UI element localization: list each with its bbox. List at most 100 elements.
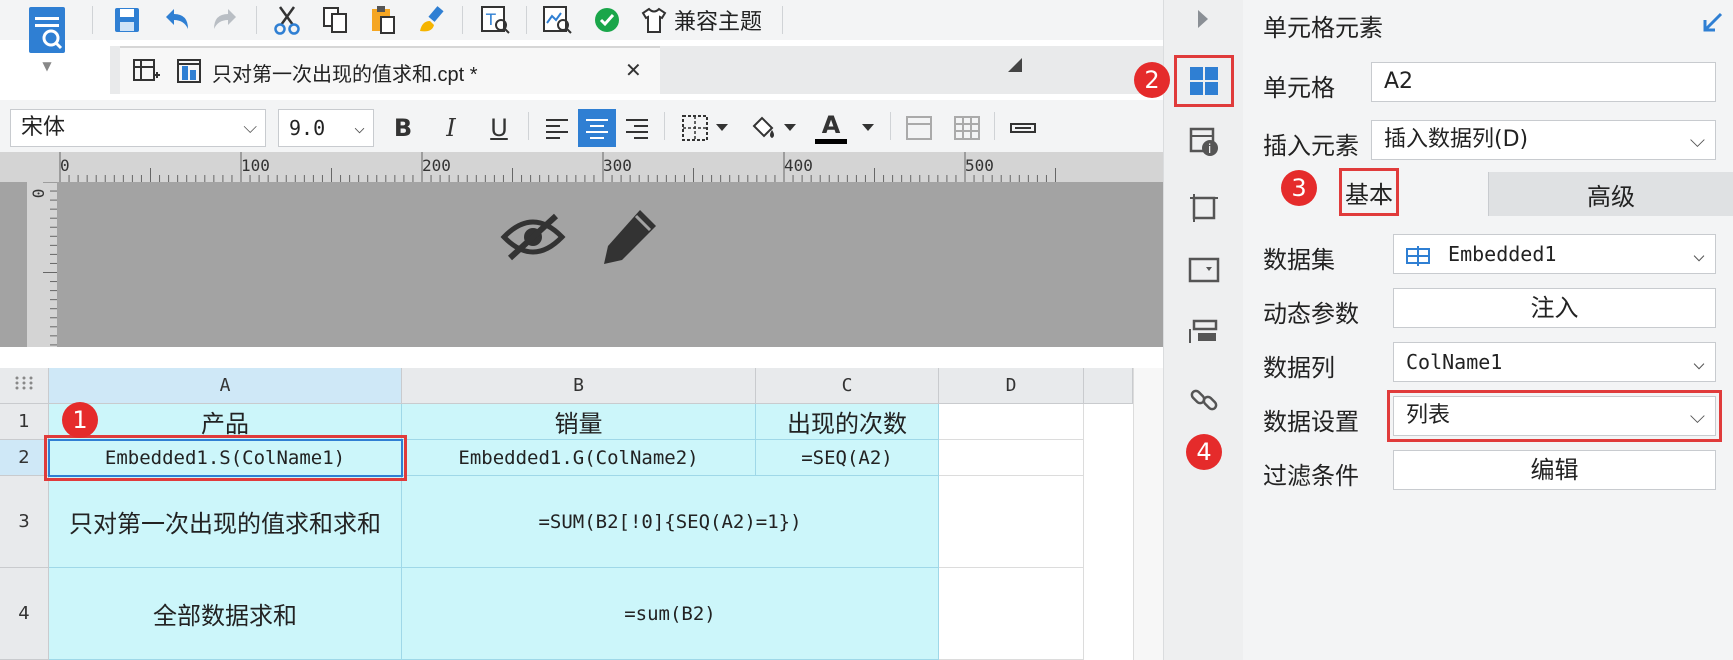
vertical-scrollbar[interactable] bbox=[1133, 368, 1163, 660]
divider bbox=[782, 6, 783, 34]
template-icon[interactable]: ▼ bbox=[22, 4, 72, 74]
dataset-icon bbox=[1406, 245, 1430, 266]
paste-icon[interactable] bbox=[366, 3, 400, 37]
chevron-down-icon: ⌵ bbox=[243, 117, 257, 138]
ruler-label: 300 bbox=[603, 156, 632, 175]
cell-name-input[interactable]: A2 bbox=[1371, 62, 1716, 102]
cell-d1[interactable] bbox=[939, 404, 1084, 440]
cell-label: 单元格 bbox=[1263, 75, 1335, 102]
format-brush-icon[interactable] bbox=[414, 3, 448, 37]
undo-icon[interactable] bbox=[160, 3, 194, 37]
chevron-down-icon[interactable]: ▼ bbox=[42, 59, 51, 73]
filter-label: 过滤条件 bbox=[1263, 463, 1359, 490]
ruler-label: 200 bbox=[422, 156, 451, 175]
theme-button[interactable]: 兼容主题 bbox=[640, 3, 800, 37]
highlight-box-cell bbox=[44, 435, 407, 481]
widget-settings-icon[interactable] bbox=[1182, 248, 1226, 292]
expand-arrow-icon[interactable] bbox=[1198, 10, 1208, 28]
cell-d2[interactable] bbox=[939, 440, 1084, 476]
cell-d3[interactable] bbox=[939, 476, 1084, 568]
step-marker-1: 1 bbox=[62, 402, 98, 438]
merge-cells-icon[interactable] bbox=[900, 109, 938, 147]
chevron-down-icon: ⌵ bbox=[1692, 242, 1705, 266]
dataset-label: 数据集 bbox=[1263, 247, 1335, 274]
row-header-4[interactable]: 4 bbox=[0, 568, 49, 660]
font-size-select[interactable]: 9.0 ⌵ bbox=[278, 109, 374, 147]
check-icon[interactable] bbox=[590, 3, 624, 37]
save-icon[interactable] bbox=[110, 3, 144, 37]
align-right-icon[interactable] bbox=[618, 109, 656, 147]
cell-a3[interactable]: 只对第一次出现的值求和求和 bbox=[49, 476, 402, 568]
font-color-button[interactable]: A bbox=[812, 109, 850, 147]
italic-button[interactable]: I bbox=[432, 109, 470, 147]
cell-b4[interactable]: =sum(B2) bbox=[402, 568, 939, 660]
split-cells-icon[interactable] bbox=[948, 109, 986, 147]
panel-icon-strip: 2 i 4 bbox=[1134, 0, 1243, 660]
collapse-icon[interactable] bbox=[1008, 58, 1022, 72]
vertical-ruler: 0 bbox=[27, 182, 57, 347]
inject-button[interactable]: 注入 bbox=[1393, 288, 1716, 328]
cell-a4[interactable]: 全部数据求和 bbox=[49, 568, 402, 660]
chevron-down-icon[interactable] bbox=[784, 124, 796, 131]
data-preview-icon[interactable] bbox=[540, 3, 574, 37]
fill-color-icon[interactable] bbox=[744, 109, 782, 147]
border-icon[interactable] bbox=[676, 109, 714, 147]
select-all-corner[interactable] bbox=[0, 368, 49, 404]
cell-c1[interactable]: 出现的次数 bbox=[756, 404, 939, 440]
font-name-select[interactable]: 宋体 ⌵ bbox=[10, 109, 266, 147]
edit-pencil-icon[interactable] bbox=[600, 206, 660, 270]
close-icon[interactable]: ✕ bbox=[625, 58, 642, 82]
underline-button[interactable]: U bbox=[480, 109, 518, 147]
align-left-icon[interactable] bbox=[538, 109, 576, 147]
file-tab[interactable]: 只对第一次出现的值求和.cpt * ✕ bbox=[120, 46, 660, 94]
cell-b1[interactable]: 销量 bbox=[402, 404, 756, 440]
cut-icon[interactable] bbox=[270, 3, 304, 37]
tab-advanced[interactable]: 高级 bbox=[1488, 172, 1733, 216]
dataset-select[interactable]: Embedded1 ⌵ bbox=[1393, 234, 1716, 274]
font-name-value: 宋体 bbox=[21, 115, 66, 140]
horizontal-ruler: 0 100 200 300 400 500 bbox=[0, 152, 1163, 182]
filter-edit-button[interactable]: 编辑 bbox=[1393, 450, 1716, 490]
column-header-c[interactable]: C bbox=[756, 368, 939, 404]
column-header-extra[interactable] bbox=[1084, 368, 1133, 404]
column-header-a[interactable]: A bbox=[49, 368, 402, 404]
column-header-b[interactable]: B bbox=[402, 368, 756, 404]
hidden-eye-icon[interactable] bbox=[500, 212, 566, 266]
theme-label: 兼容主题 bbox=[674, 9, 763, 34]
collapse-arrow-icon[interactable] bbox=[1701, 10, 1725, 38]
cell-grid: A B C D 1 2 3 4 产品 销量 出现的次数 Embedded1.S(… bbox=[0, 368, 1157, 660]
tab-title: 只对第一次出现的值求和.cpt * bbox=[212, 64, 478, 86]
divider bbox=[664, 112, 665, 140]
bold-button[interactable]: B bbox=[384, 109, 422, 147]
cell-b2[interactable]: Embedded1.G(ColName2) bbox=[402, 440, 756, 476]
float-element-icon[interactable] bbox=[1182, 186, 1226, 230]
insert-element-select[interactable]: 插入数据列(D) ⌵ bbox=[1371, 120, 1716, 160]
cell-element-icon[interactable] bbox=[1174, 55, 1234, 107]
theme-shirt-icon bbox=[641, 7, 667, 33]
column-header-d[interactable]: D bbox=[939, 368, 1084, 404]
designer-area: ▼ T 兼容主题 只对第一次出现的值求和.cpt * ✕ 宋体 ⌵ 9.0 ⌵ … bbox=[0, 0, 1163, 660]
svg-text:T: T bbox=[485, 10, 496, 29]
highlight-box-data-setting bbox=[1387, 390, 1722, 442]
data-column-label: 数据列 bbox=[1263, 355, 1335, 382]
cell-b3[interactable]: =SUM(B2[!0]{SEQ(A2)=1}) bbox=[402, 476, 939, 568]
copy-icon[interactable] bbox=[318, 3, 352, 37]
row-header-1[interactable]: 1 bbox=[0, 404, 49, 440]
hyperlink-icon[interactable] bbox=[1182, 378, 1226, 422]
font-color-label: A bbox=[821, 110, 841, 139]
align-center-icon[interactable] bbox=[578, 109, 616, 147]
cell-c2[interactable]: =SEQ(A2) bbox=[756, 440, 939, 476]
row-header-2[interactable]: 2 bbox=[0, 440, 49, 476]
report-file-icon bbox=[176, 58, 204, 88]
row-header-3[interactable]: 3 bbox=[0, 476, 49, 568]
text-preview-icon[interactable]: T bbox=[478, 3, 512, 37]
font-color-swatch bbox=[815, 138, 847, 144]
cell-d4[interactable] bbox=[939, 568, 1084, 660]
chevron-down-icon[interactable] bbox=[716, 124, 728, 131]
chevron-down-icon[interactable] bbox=[862, 124, 874, 131]
data-column-select[interactable]: ColName1 ⌵ bbox=[1393, 342, 1716, 382]
widget-icon[interactable] bbox=[1004, 109, 1042, 147]
redo-icon[interactable] bbox=[208, 3, 242, 37]
cell-attribute-icon[interactable]: i bbox=[1182, 120, 1226, 164]
condition-attribute-icon[interactable] bbox=[1182, 312, 1226, 356]
